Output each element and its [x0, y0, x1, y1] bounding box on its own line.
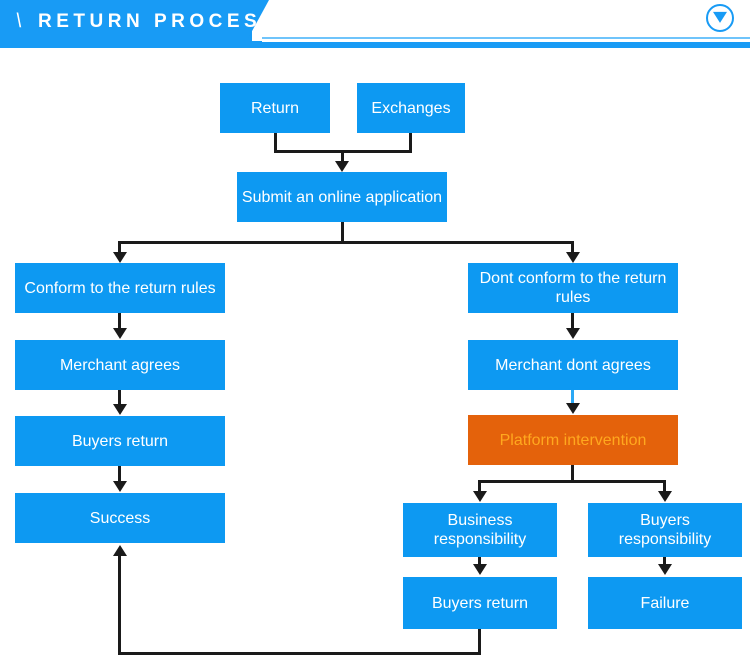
node-submit-application[interactable]: Submit an online application — [237, 172, 447, 222]
edge-arrow-to-buyers-responsibility — [658, 491, 672, 502]
edge-arrow-to-success — [113, 481, 127, 492]
edge-arrow-to-submit — [335, 161, 349, 172]
page-header: \ RETURN PROCESS — [0, 0, 750, 48]
node-buyers-return-left[interactable]: Buyers return — [15, 416, 225, 466]
node-platform-intervention[interactable]: Platform intervention — [468, 415, 678, 465]
edge-split-bar — [118, 241, 574, 244]
flowchart-canvas: \ RETURN PROCESS Return Exchanges Submit… — [0, 0, 750, 665]
edge-merchant-agrees-stem — [118, 390, 121, 405]
header-underline-bar — [0, 41, 750, 48]
edge-arrow-to-business-responsibility — [473, 491, 487, 502]
node-buyers-return-bottom[interactable]: Buyers return — [403, 577, 557, 629]
edge-conform-stem — [118, 313, 121, 329]
edge-arrow-to-buyers-return-left — [113, 404, 127, 415]
edge-arrow-to-conform — [113, 252, 127, 263]
page-title: RETURN PROCESS — [38, 11, 279, 32]
node-dont-conform-to-return-rules[interactable]: Dont conform to the return rules — [468, 263, 678, 313]
node-business-responsibility[interactable]: Business responsibility — [403, 503, 557, 557]
header-slash-glyph: \ — [15, 10, 23, 32]
edge-arrow-to-buyers-return-bottom — [473, 564, 487, 575]
node-conform-to-return-rules[interactable]: Conform to the return rules — [15, 263, 225, 313]
triangle-down-glyph — [713, 11, 727, 23]
edge-platform-split-bar — [478, 480, 666, 483]
edge-arrow-to-dont-conform — [566, 252, 580, 263]
edge-arrow-to-merchant-dont-agrees — [566, 328, 580, 339]
header-accent-line — [262, 37, 750, 39]
node-merchant-agrees[interactable]: Merchant agrees — [15, 340, 225, 390]
node-exchanges[interactable]: Exchanges — [357, 83, 465, 133]
node-failure[interactable]: Failure — [588, 577, 742, 629]
edge-arrow-to-platform-intervention — [566, 403, 580, 414]
edge-arrow-to-merchant-agrees — [113, 328, 127, 339]
node-buyers-responsibility[interactable]: Buyers responsibility — [588, 503, 742, 557]
edge-feedback-up-stem — [118, 555, 121, 652]
edge-feedback-bottom-bar — [118, 652, 481, 655]
node-merchant-dont-agrees[interactable]: Merchant dont agrees — [468, 340, 678, 390]
node-success[interactable]: Success — [15, 493, 225, 543]
edge-arrow-to-failure — [658, 564, 672, 575]
triangle-down-icon[interactable] — [706, 4, 734, 32]
header-underline-highlight — [262, 41, 750, 42]
node-return[interactable]: Return — [220, 83, 330, 133]
edge-dont-conform-stem — [571, 313, 574, 329]
edge-buyers-return-left-stem — [118, 466, 121, 482]
edge-arrow-feedback-to-success — [113, 545, 127, 556]
